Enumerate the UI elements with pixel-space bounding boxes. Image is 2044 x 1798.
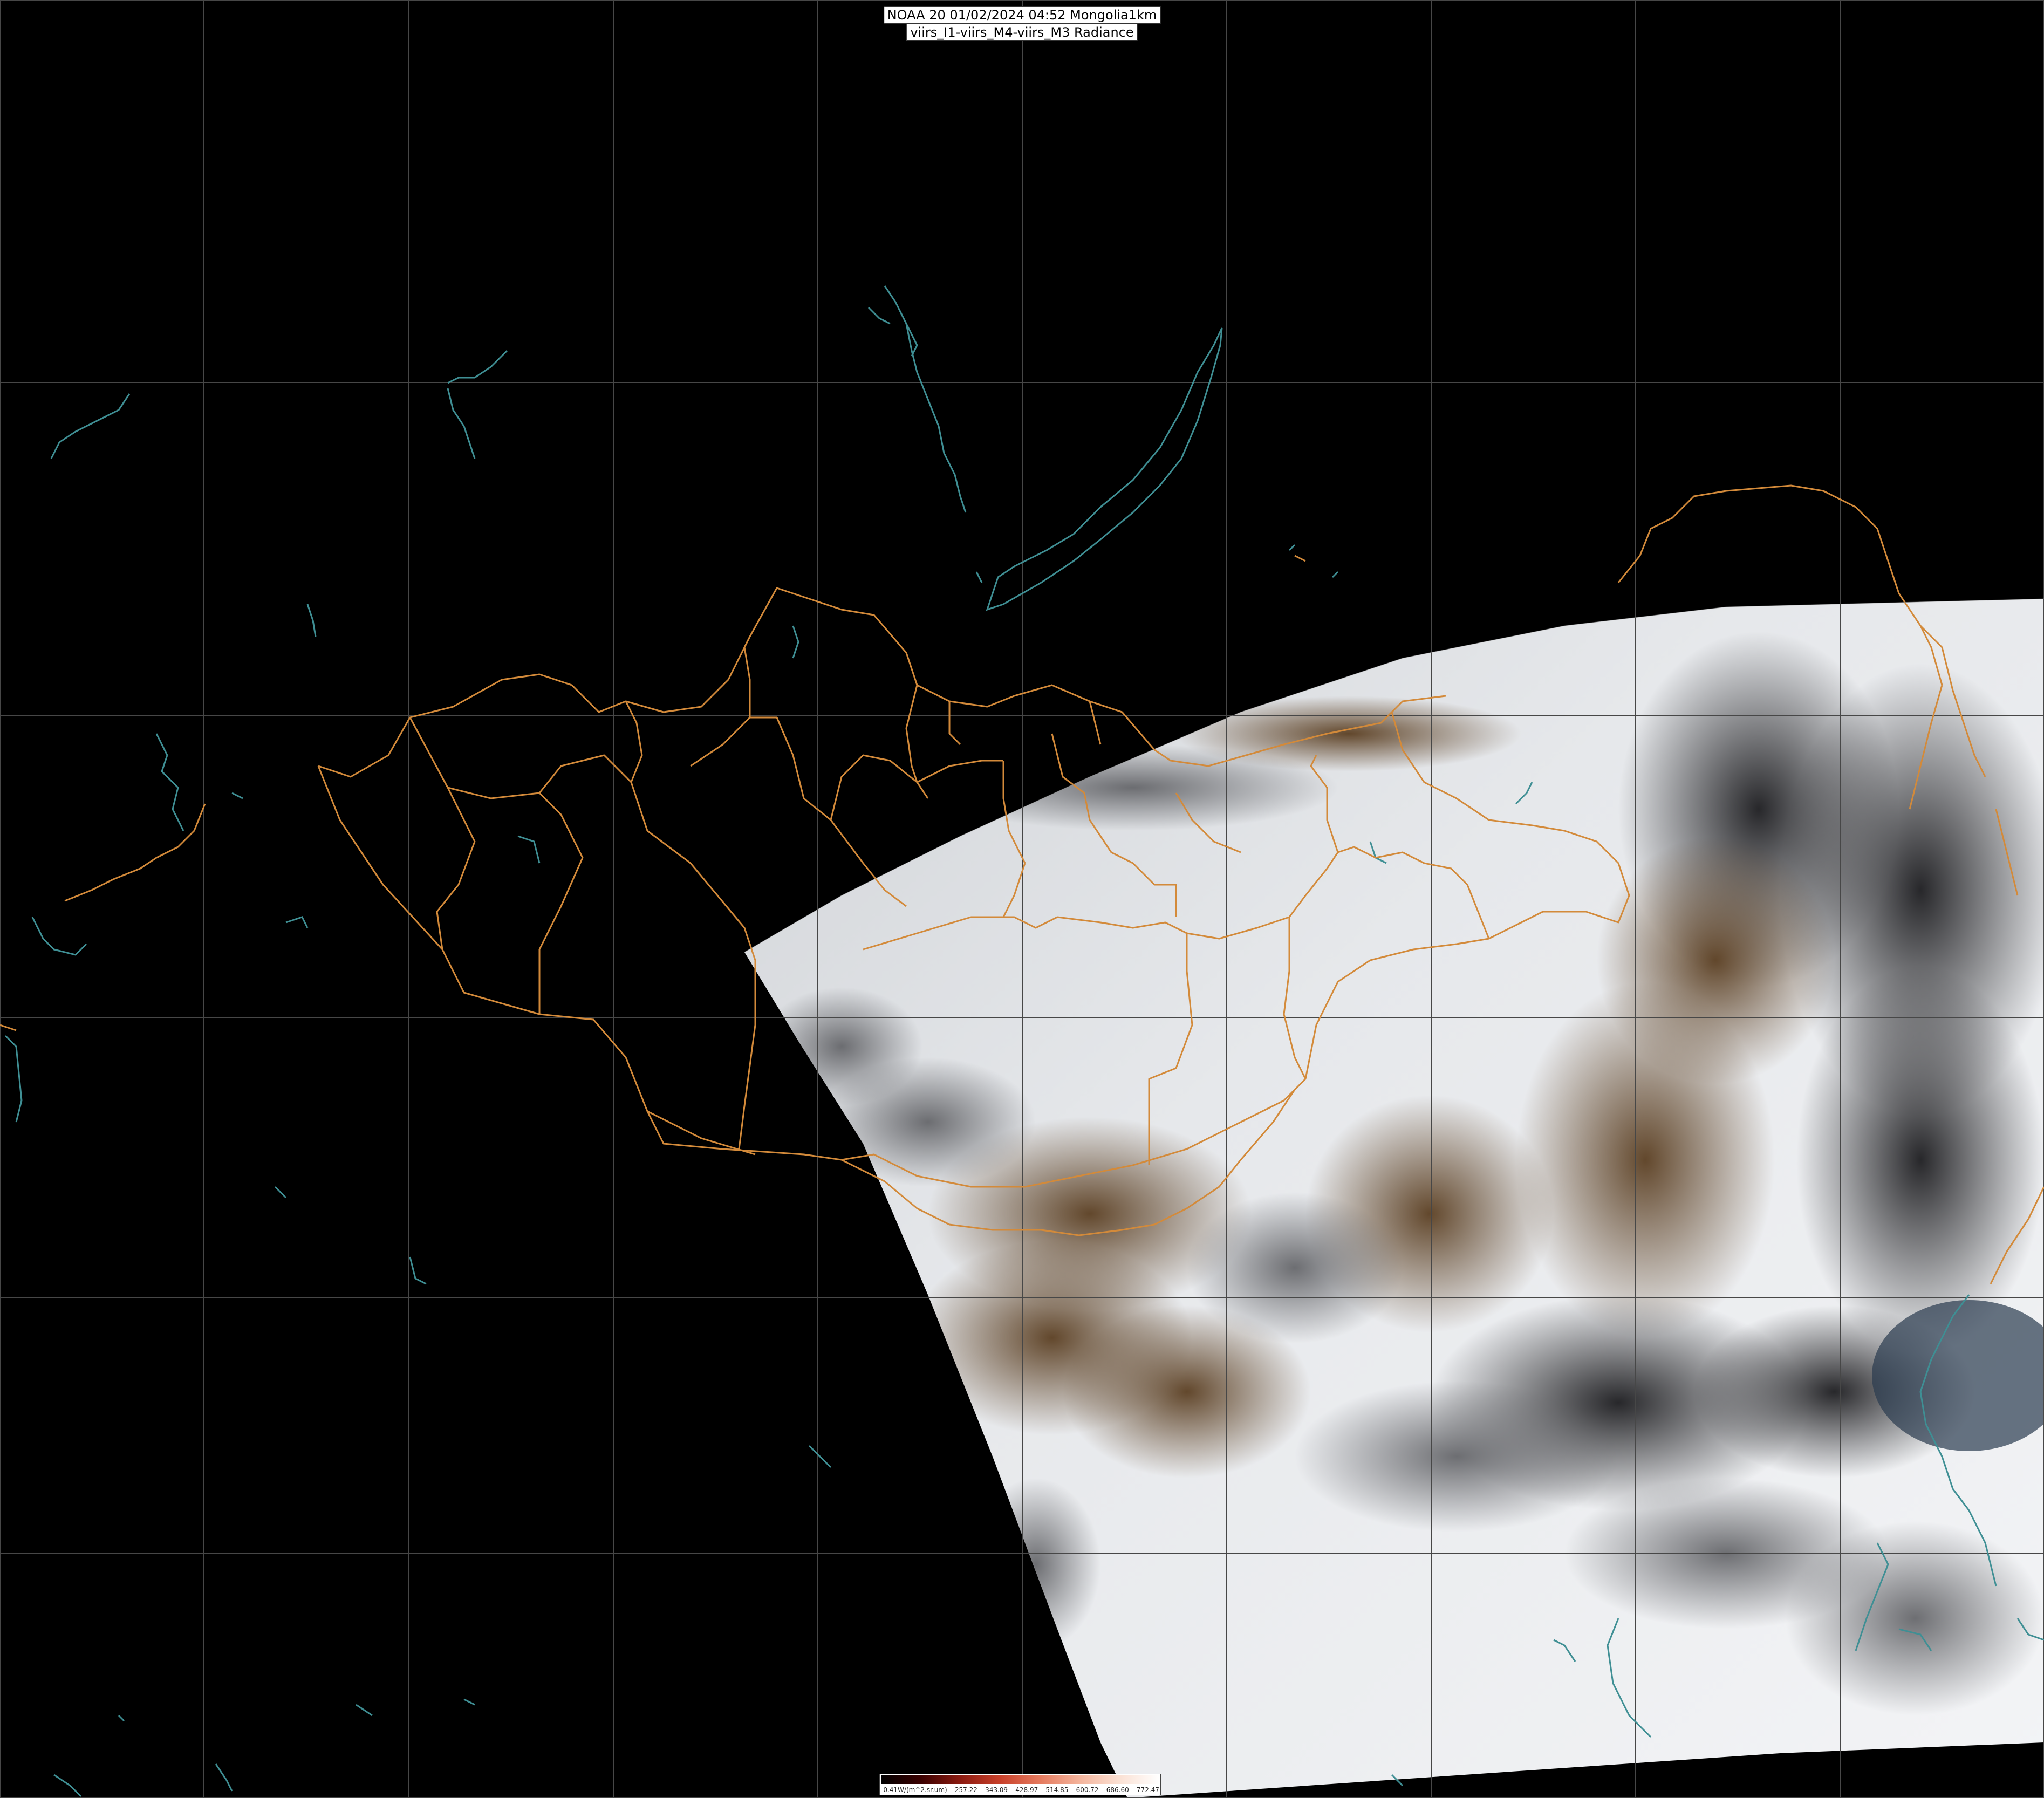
map-title: NOAA 20 01/02/2024 04:52 Mongolia1km vii… [883, 6, 1161, 41]
title-line-1: NOAA 20 01/02/2024 04:52 Mongolia1km [883, 6, 1161, 24]
colorbar-labels: -0.41W/(m^2.sr.um) 257.22 343.09 428.97 514… [881, 1786, 1159, 1794]
colorbar-tick-label: 772.47 [1136, 1786, 1159, 1794]
colorbar-tick-label: 428.97 [1015, 1786, 1038, 1794]
colorbar-tick-label: 686.60 [1106, 1786, 1129, 1794]
satellite-map [0, 0, 2044, 1798]
colorbar-legend: -0.41W/(m^2.sr.um) 257.22 343.09 428.97 514… [879, 1774, 1161, 1795]
colorbar-tick-label: 514.85 [1045, 1786, 1069, 1794]
colorbar-tick-label: 257.22 [954, 1786, 977, 1794]
colorbar-tick-label: 343.09 [985, 1786, 1008, 1794]
colorbar-unit-label: -0.41W/(m^2.sr.um) [881, 1786, 947, 1794]
colorbar-tick-label: 600.72 [1076, 1786, 1099, 1794]
satellite-swath [744, 599, 2044, 1798]
colorbar-gradient [881, 1775, 1159, 1784]
title-line-2: viirs_I1-viirs_M4-viirs_M3 Radiance [906, 24, 1138, 41]
